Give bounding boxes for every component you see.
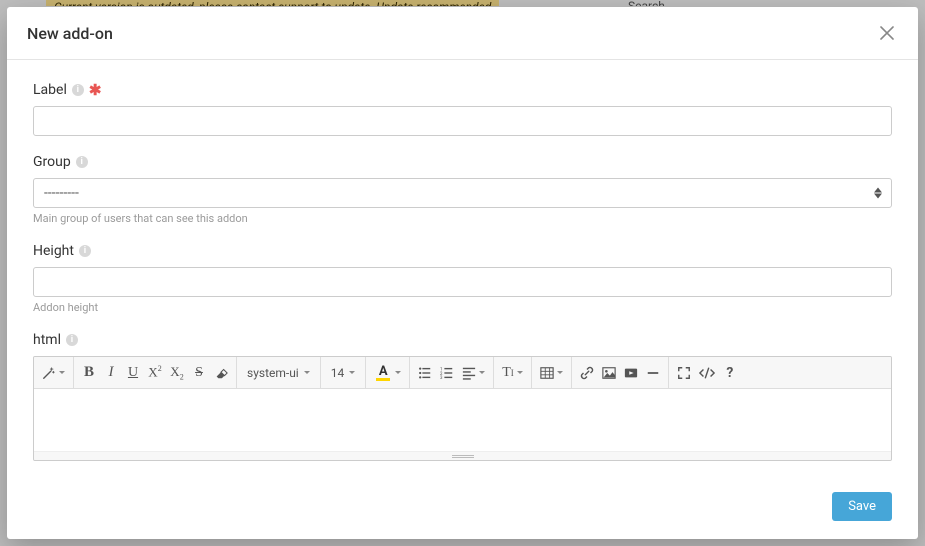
info-icon[interactable]: i <box>76 156 88 168</box>
image-icon <box>602 366 616 380</box>
close-button[interactable] <box>876 21 898 45</box>
group-label-text: Group <box>33 154 71 170</box>
editor-toolbar: B I U X2 X2 S <box>34 357 891 389</box>
editor-resize-handle[interactable] <box>34 451 891 460</box>
height-helper-text: Addon height <box>33 301 892 314</box>
font-family-select[interactable]: system-ui <box>241 360 316 386</box>
modal-footer: Save <box>7 482 918 539</box>
text-style-icon: TI <box>502 365 514 381</box>
font-size-select[interactable]: 14 <box>325 360 362 386</box>
required-star-icon: ✱ <box>89 83 102 98</box>
image-button[interactable] <box>598 360 620 386</box>
strikethrough-icon: S <box>195 365 203 381</box>
eraser-icon <box>214 366 228 380</box>
height-label-text: Height <box>33 243 74 259</box>
video-icon <box>624 366 638 380</box>
unordered-list-button[interactable] <box>414 360 436 386</box>
code-view-button[interactable] <box>695 360 719 386</box>
magic-wand-icon <box>42 366 56 380</box>
magic-wand-button[interactable] <box>38 360 69 386</box>
field-html: html i B I <box>33 332 892 482</box>
underline-button[interactable]: U <box>122 360 144 386</box>
underline-icon: U <box>128 365 138 381</box>
label-input[interactable] <box>33 106 892 136</box>
svg-text:3: 3 <box>440 376 443 380</box>
html-editor: B I U X2 X2 S <box>33 356 892 461</box>
new-addon-modal: New add-on Label i ✱ Group i --- <box>7 7 918 539</box>
height-input[interactable] <box>33 267 892 297</box>
superscript-icon: X2 <box>148 364 161 380</box>
subscript-icon: X2 <box>170 364 183 382</box>
html-label-text: html <box>33 332 61 348</box>
info-icon[interactable]: i <box>66 334 78 346</box>
table-button[interactable] <box>536 360 567 386</box>
video-button[interactable] <box>620 360 642 386</box>
group-select-wrap: --------- <box>33 178 892 208</box>
table-icon <box>540 366 554 380</box>
close-icon <box>880 26 894 40</box>
superscript-button[interactable]: X2 <box>144 360 166 386</box>
fullscreen-icon <box>677 366 691 380</box>
bold-icon: B <box>84 364 94 381</box>
height-label-row: Height i <box>33 243 892 259</box>
code-icon <box>699 366 715 380</box>
font-color-icon: A <box>374 364 392 382</box>
group-label-row: Group i <box>33 154 892 170</box>
help-button[interactable]: ? <box>719 360 741 386</box>
field-height: Height i Addon height <box>33 243 892 314</box>
help-icon: ? <box>726 365 733 381</box>
italic-icon: I <box>109 364 114 381</box>
ordered-list-button[interactable]: 1 2 3 <box>436 360 458 386</box>
text-style-button[interactable]: TI <box>498 360 527 386</box>
group-select[interactable]: --------- <box>33 178 892 208</box>
field-group: Group i --------- Main group of users th… <box>33 154 892 225</box>
field-label: Label i ✱ <box>33 82 892 136</box>
minus-icon <box>646 366 660 380</box>
label-label-row: Label i ✱ <box>33 82 892 98</box>
info-icon[interactable]: i <box>79 245 91 257</box>
html-label-row: html i <box>33 332 892 348</box>
info-icon[interactable]: i <box>72 84 84 96</box>
grip-icon <box>452 455 474 458</box>
modal-title: New add-on <box>27 24 113 43</box>
font-color-button[interactable]: A <box>370 360 405 386</box>
list-ul-icon <box>418 366 432 380</box>
list-ol-icon: 1 2 3 <box>440 366 454 380</box>
erase-format-button[interactable] <box>210 360 232 386</box>
bold-button[interactable]: B <box>78 360 100 386</box>
horizontal-rule-button[interactable] <box>642 360 664 386</box>
label-label-text: Label <box>33 82 67 98</box>
paragraph-align-button[interactable] <box>458 360 489 386</box>
save-button[interactable]: Save <box>832 492 892 521</box>
link-icon <box>580 366 594 380</box>
modal-header: New add-on <box>7 7 918 60</box>
italic-button[interactable]: I <box>100 360 122 386</box>
align-icon <box>462 366 476 380</box>
modal-body: Label i ✱ Group i --------- Main gro <box>7 60 918 482</box>
editor-content-area[interactable] <box>34 389 891 451</box>
subscript-button[interactable]: X2 <box>166 360 188 386</box>
fullscreen-button[interactable] <box>673 360 695 386</box>
link-button[interactable] <box>576 360 598 386</box>
strikethrough-button[interactable]: S <box>188 360 210 386</box>
group-helper-text: Main group of users that can see this ad… <box>33 212 892 225</box>
